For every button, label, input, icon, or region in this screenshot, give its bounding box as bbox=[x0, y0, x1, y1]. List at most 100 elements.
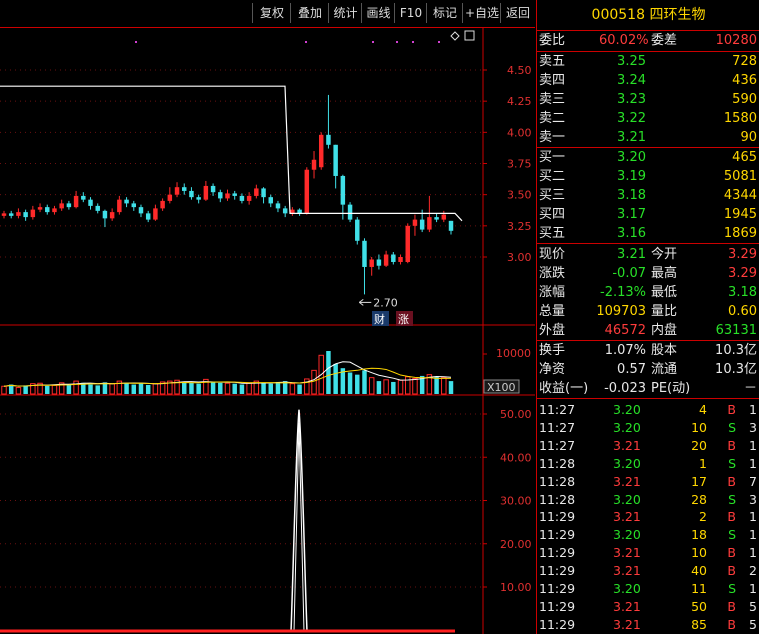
tick-side: B bbox=[727, 402, 736, 417]
ask-row: 卖四 3.24 436 bbox=[537, 71, 759, 90]
fund-value: -0.023 bbox=[604, 381, 646, 396]
tick-price: 3.20 bbox=[613, 402, 641, 417]
bid-row: 买五 3.16 1869 bbox=[537, 224, 759, 243]
quote-panel: 000518 四环生物 委比 60.02% 委差 10280 卖五 3.25 728… bbox=[536, 0, 759, 634]
tick-count: 1 bbox=[749, 545, 757, 561]
price-tick-label: 3.50 bbox=[507, 189, 532, 202]
tick-volume: 4 bbox=[699, 402, 707, 417]
finance-badge: 财 bbox=[374, 312, 385, 326]
tick-row: 11:27 3.20 4 B 1 bbox=[537, 401, 759, 419]
candle-body bbox=[225, 193, 230, 199]
tick-volume: 17 bbox=[691, 473, 707, 489]
candle-body bbox=[153, 208, 158, 220]
tick-count: 1 bbox=[749, 509, 757, 525]
volume-bar bbox=[275, 381, 281, 394]
volume-bar bbox=[333, 363, 338, 394]
tick-time: 11:28 bbox=[539, 473, 576, 489]
ask-volume: 590 bbox=[732, 92, 757, 107]
candle-body bbox=[167, 194, 173, 201]
tick-side: S bbox=[728, 527, 736, 543]
tick-volume: 40 bbox=[691, 563, 707, 579]
tick-side: B bbox=[727, 509, 736, 525]
f10-button[interactable]: F10 bbox=[395, 3, 427, 23]
volume-tick-label: 10000 bbox=[496, 347, 531, 360]
volume-bar bbox=[297, 384, 302, 394]
add-watchlist-button[interactable]: +自选 bbox=[463, 3, 501, 23]
tick-row: 11:27 3.21 20 B 1 bbox=[537, 437, 759, 455]
candle-body bbox=[304, 169, 310, 214]
quote-value: 63131 bbox=[715, 323, 757, 338]
tick-volume: 18 bbox=[691, 527, 707, 543]
tick-price: 3.21 bbox=[613, 616, 641, 632]
volume-bar bbox=[232, 383, 237, 394]
tick-side: S bbox=[728, 419, 736, 435]
stock-chart[interactable]: 4.50 4.25 4.00 3.75 3.50 3.25 3.00 2.70 财 涨 10000 X… bbox=[0, 28, 535, 634]
ask-row: 卖五 3.25 728 bbox=[537, 52, 759, 71]
bid-label: 买五 bbox=[539, 226, 566, 241]
quote-value: 46572 bbox=[604, 323, 646, 338]
mark-button[interactable]: 标记 bbox=[427, 3, 463, 23]
ask-price: 3.25 bbox=[617, 54, 646, 69]
tick-volume: 11 bbox=[691, 581, 707, 596]
price-tick-label: 3.25 bbox=[507, 220, 532, 233]
tick-time: 11:29 bbox=[539, 581, 576, 596]
bid-price: 3.20 bbox=[617, 150, 646, 165]
tick-volume: 85 bbox=[691, 616, 707, 632]
volume-bar bbox=[268, 383, 273, 394]
tick-side: S bbox=[728, 491, 736, 507]
stock-title: 000518 四环生物 bbox=[537, 0, 759, 31]
ask-price: 3.22 bbox=[617, 111, 646, 126]
back-button[interactable]: 返回 bbox=[501, 3, 535, 23]
volume-bar bbox=[138, 382, 144, 394]
bid-label: 买三 bbox=[539, 188, 566, 203]
volume-bar bbox=[23, 385, 28, 394]
overlay-button[interactable]: 叠加 bbox=[291, 3, 329, 23]
indicator-tick-label: 20.00 bbox=[500, 538, 532, 551]
tick-row: 11:29 3.20 18 S 1 bbox=[537, 526, 759, 544]
volume-bar bbox=[355, 374, 360, 394]
ask-label: 卖三 bbox=[539, 92, 566, 107]
candle-body bbox=[333, 144, 338, 176]
bid-row: 买一 3.20 465 bbox=[537, 148, 759, 167]
candle-body bbox=[37, 207, 43, 210]
price-tick-label: 3.00 bbox=[507, 251, 532, 264]
tick-volume: 28 bbox=[691, 491, 707, 507]
bid-row: 买二 3.19 5081 bbox=[537, 167, 759, 186]
volume-bar bbox=[397, 379, 404, 395]
tick-side: B bbox=[727, 473, 736, 489]
quote-label: 现价 bbox=[539, 247, 566, 262]
candle-body bbox=[448, 220, 454, 231]
candle-body bbox=[391, 254, 396, 262]
statistics-button[interactable]: 统计 bbox=[329, 3, 362, 23]
restore-rights-button[interactable]: 复权 bbox=[253, 3, 291, 23]
volume-bar bbox=[239, 384, 245, 394]
candle-body bbox=[203, 185, 209, 200]
volume-bar bbox=[66, 384, 72, 394]
volume-bar bbox=[311, 369, 317, 395]
draw-line-button[interactable]: 画线 bbox=[362, 3, 395, 23]
volume-bar bbox=[224, 382, 231, 395]
bid-price: 3.19 bbox=[617, 169, 646, 184]
candle-body bbox=[311, 159, 317, 170]
tick-time: 11:29 bbox=[539, 527, 576, 543]
quote-label: 总量 bbox=[539, 304, 566, 319]
quote-value: 3.29 bbox=[728, 247, 757, 262]
ask-label: 卖五 bbox=[539, 54, 566, 69]
tick-time: 11:29 bbox=[539, 509, 576, 525]
tick-side: B bbox=[727, 598, 736, 614]
candle-body bbox=[189, 190, 194, 198]
candle-body bbox=[109, 212, 115, 219]
volume-bar bbox=[448, 381, 454, 394]
tick-count: 1 bbox=[749, 455, 757, 471]
volume-bar bbox=[1, 385, 7, 395]
indicator-tick-label: 40.00 bbox=[500, 451, 532, 464]
ask-label: 卖二 bbox=[539, 111, 566, 126]
volume-bar bbox=[362, 370, 367, 394]
tick-price: 3.21 bbox=[613, 563, 641, 579]
tick-side: S bbox=[728, 455, 736, 471]
volume-bar bbox=[326, 351, 331, 394]
tick-time: 11:28 bbox=[539, 455, 576, 471]
candle-body bbox=[8, 213, 14, 216]
fund-value: 1.07% bbox=[604, 343, 646, 358]
quote-value: 3.18 bbox=[728, 285, 757, 300]
